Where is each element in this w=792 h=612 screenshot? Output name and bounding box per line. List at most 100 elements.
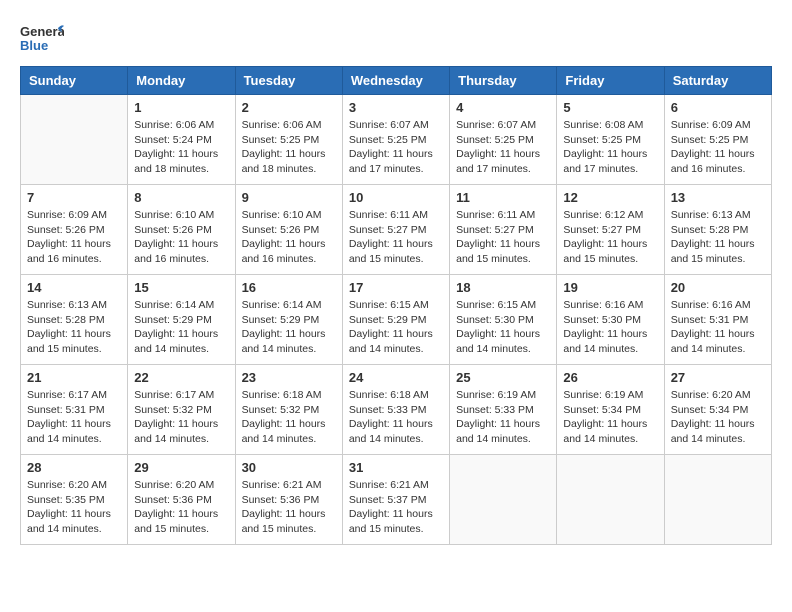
calendar-week-2: 7Sunrise: 6:09 AMSunset: 5:26 PMDaylight… — [21, 185, 772, 275]
calendar-cell — [557, 455, 664, 545]
logo-icon: General Blue — [20, 20, 64, 56]
day-info: Sunrise: 6:13 AMSunset: 5:28 PMDaylight:… — [27, 298, 121, 357]
day-info: Sunrise: 6:09 AMSunset: 5:26 PMDaylight:… — [27, 208, 121, 267]
day-info: Sunrise: 6:11 AMSunset: 5:27 PMDaylight:… — [456, 208, 550, 267]
day-header-friday: Friday — [557, 67, 664, 95]
day-info: Sunrise: 6:19 AMSunset: 5:33 PMDaylight:… — [456, 388, 550, 447]
day-number: 28 — [27, 460, 121, 475]
day-header-wednesday: Wednesday — [342, 67, 449, 95]
day-info: Sunrise: 6:15 AMSunset: 5:30 PMDaylight:… — [456, 298, 550, 357]
day-number: 1 — [134, 100, 228, 115]
calendar-cell — [21, 95, 128, 185]
calendar-cell: 16Sunrise: 6:14 AMSunset: 5:29 PMDayligh… — [235, 275, 342, 365]
calendar-cell: 4 Sunrise: 6:07 AMSunset: 5:25 PMDaylight… — [450, 95, 557, 185]
day-number: 16 — [242, 280, 336, 295]
day-number: 17 — [349, 280, 443, 295]
calendar-cell: 21 Sunrise: 6:17 AMSunset: 5:31 PMDayligh… — [21, 365, 128, 455]
day-info: Sunrise: 6:16 AMSunset: 5:30 PMDaylight:… — [563, 298, 657, 357]
calendar-week-3: 14 Sunrise: 6:13 AMSunset: 5:28 PMDayligh… — [21, 275, 772, 365]
logo: General Blue — [20, 20, 64, 56]
day-number: 14 — [27, 280, 121, 295]
day-info: Sunrise: 6:17 AMSunset: 5:31 PMDaylight:… — [27, 388, 121, 447]
calendar-cell: 3 Sunrise: 6:07 AMSunset: 5:25 PMDaylight… — [342, 95, 449, 185]
day-info: Sunrise: 6:08 AMSunset: 5:25 PMDaylight:… — [563, 118, 657, 177]
day-number: 4 — [456, 100, 550, 115]
day-number: 18 — [456, 280, 550, 295]
calendar-cell: 23 Sunrise: 6:18 AMSunset: 5:32 PMDayligh… — [235, 365, 342, 455]
day-info: Sunrise: 6:19 AMSunset: 5:34 PMDaylight:… — [563, 388, 657, 447]
day-number: 20 — [671, 280, 765, 295]
calendar-week-1: 1 Sunrise: 6:06 AMSunset: 5:24 PMDaylight… — [21, 95, 772, 185]
day-header-saturday: Saturday — [664, 67, 771, 95]
day-info: Sunrise: 6:10 AMSunset: 5:26 PMDaylight:… — [134, 208, 228, 267]
calendar-cell: 22Sunrise: 6:17 AMSunset: 5:32 PMDayligh… — [128, 365, 235, 455]
day-info: Sunrise: 6:20 AMSunset: 5:34 PMDaylight:… — [671, 388, 765, 447]
day-info: Sunrise: 6:14 AMSunset: 5:29 PMDaylight:… — [134, 298, 228, 357]
day-number: 26 — [563, 370, 657, 385]
day-number: 5 — [563, 100, 657, 115]
calendar-cell: 13 Sunrise: 6:13 AMSunset: 5:28 PMDayligh… — [664, 185, 771, 275]
day-number: 6 — [671, 100, 765, 115]
day-info: Sunrise: 6:18 AMSunset: 5:33 PMDaylight:… — [349, 388, 443, 447]
day-info: Sunrise: 6:15 AMSunset: 5:29 PMDaylight:… — [349, 298, 443, 357]
calendar-week-4: 21 Sunrise: 6:17 AMSunset: 5:31 PMDayligh… — [21, 365, 772, 455]
calendar-cell: 14 Sunrise: 6:13 AMSunset: 5:28 PMDayligh… — [21, 275, 128, 365]
calendar-cell: 24Sunrise: 6:18 AMSunset: 5:33 PMDayligh… — [342, 365, 449, 455]
calendar-cell: 29 Sunrise: 6:20 AMSunset: 5:36 PMDayligh… — [128, 455, 235, 545]
calendar-cell: 30 Sunrise: 6:21 AMSunset: 5:36 PMDayligh… — [235, 455, 342, 545]
day-number: 25 — [456, 370, 550, 385]
calendar-cell: 17 Sunrise: 6:15 AMSunset: 5:29 PMDayligh… — [342, 275, 449, 365]
day-info: Sunrise: 6:20 AMSunset: 5:35 PMDaylight:… — [27, 478, 121, 537]
day-info: Sunrise: 6:21 AMSunset: 5:36 PMDaylight:… — [242, 478, 336, 537]
calendar-cell: 6 Sunrise: 6:09 AMSunset: 5:25 PMDaylight… — [664, 95, 771, 185]
calendar-cell: 10Sunrise: 6:11 AMSunset: 5:27 PMDayligh… — [342, 185, 449, 275]
day-number: 19 — [563, 280, 657, 295]
svg-text:General: General — [20, 24, 64, 39]
day-number: 9 — [242, 190, 336, 205]
day-info: Sunrise: 6:16 AMSunset: 5:31 PMDaylight:… — [671, 298, 765, 357]
page-header: General Blue — [20, 20, 772, 56]
calendar-cell — [450, 455, 557, 545]
day-number: 12 — [563, 190, 657, 205]
calendar-cell: 5 Sunrise: 6:08 AMSunset: 5:25 PMDaylight… — [557, 95, 664, 185]
day-number: 30 — [242, 460, 336, 475]
day-number: 13 — [671, 190, 765, 205]
day-info: Sunrise: 6:07 AMSunset: 5:25 PMDaylight:… — [456, 118, 550, 177]
day-number: 27 — [671, 370, 765, 385]
day-info: Sunrise: 6:09 AMSunset: 5:25 PMDaylight:… — [671, 118, 765, 177]
day-number: 10 — [349, 190, 443, 205]
calendar-cell: 20 Sunrise: 6:16 AMSunset: 5:31 PMDayligh… — [664, 275, 771, 365]
calendar-table: SundayMondayTuesdayWednesdayThursdayFrid… — [20, 66, 772, 545]
day-info: Sunrise: 6:06 AMSunset: 5:25 PMDaylight:… — [242, 118, 336, 177]
day-info: Sunrise: 6:07 AMSunset: 5:25 PMDaylight:… — [349, 118, 443, 177]
calendar-cell: 19 Sunrise: 6:16 AMSunset: 5:30 PMDayligh… — [557, 275, 664, 365]
svg-text:Blue: Blue — [20, 38, 48, 53]
day-info: Sunrise: 6:06 AMSunset: 5:24 PMDaylight:… — [134, 118, 228, 177]
day-info: Sunrise: 6:20 AMSunset: 5:36 PMDaylight:… — [134, 478, 228, 537]
calendar-cell: 25 Sunrise: 6:19 AMSunset: 5:33 PMDayligh… — [450, 365, 557, 455]
day-number: 11 — [456, 190, 550, 205]
calendar-cell: 18 Sunrise: 6:15 AMSunset: 5:30 PMDayligh… — [450, 275, 557, 365]
day-number: 2 — [242, 100, 336, 115]
day-number: 3 — [349, 100, 443, 115]
day-info: Sunrise: 6:21 AMSunset: 5:37 PMDaylight:… — [349, 478, 443, 537]
day-number: 8 — [134, 190, 228, 205]
day-number: 15 — [134, 280, 228, 295]
calendar-cell: 15 Sunrise: 6:14 AMSunset: 5:29 PMDayligh… — [128, 275, 235, 365]
day-number: 31 — [349, 460, 443, 475]
day-number: 23 — [242, 370, 336, 385]
day-number: 29 — [134, 460, 228, 475]
day-header-thursday: Thursday — [450, 67, 557, 95]
calendar-cell: 2 Sunrise: 6:06 AMSunset: 5:25 PMDaylight… — [235, 95, 342, 185]
calendar-cell: 31 Sunrise: 6:21 AMSunset: 5:37 PMDayligh… — [342, 455, 449, 545]
calendar-cell: 27 Sunrise: 6:20 AMSunset: 5:34 PMDayligh… — [664, 365, 771, 455]
day-number: 21 — [27, 370, 121, 385]
day-info: Sunrise: 6:13 AMSunset: 5:28 PMDaylight:… — [671, 208, 765, 267]
calendar-cell: 1 Sunrise: 6:06 AMSunset: 5:24 PMDaylight… — [128, 95, 235, 185]
day-info: Sunrise: 6:18 AMSunset: 5:32 PMDaylight:… — [242, 388, 336, 447]
calendar-cell: 26 Sunrise: 6:19 AMSunset: 5:34 PMDayligh… — [557, 365, 664, 455]
calendar-week-5: 28 Sunrise: 6:20 AMSunset: 5:35 PMDayligh… — [21, 455, 772, 545]
calendar-cell: 28 Sunrise: 6:20 AMSunset: 5:35 PMDayligh… — [21, 455, 128, 545]
calendar-cell: 11 Sunrise: 6:11 AMSunset: 5:27 PMDayligh… — [450, 185, 557, 275]
day-header-tuesday: Tuesday — [235, 67, 342, 95]
